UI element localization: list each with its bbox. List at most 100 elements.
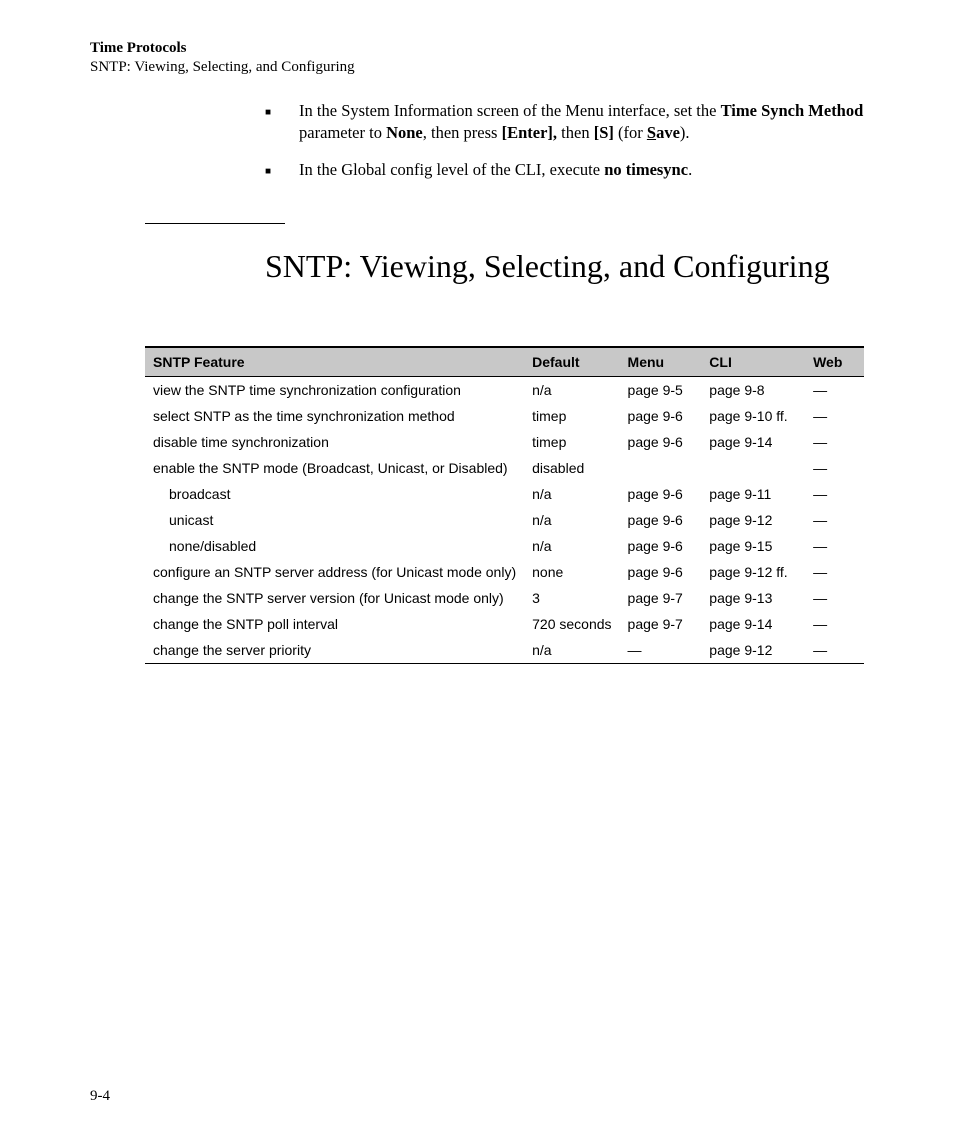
text: ). (680, 123, 690, 142)
table-row: none/disabledn/apage 9-6page 9-15— (145, 533, 864, 559)
cell-web: — (805, 507, 864, 533)
section-rule (145, 223, 285, 224)
cell-cli: page 9-8 (701, 376, 805, 403)
text: parameter to (299, 123, 386, 142)
cell-feature: disable time synchronization (145, 429, 524, 455)
cell-menu: page 9-7 (620, 585, 702, 611)
cell-feature: configure an SNTP server address (for Un… (145, 559, 524, 585)
text: (for (614, 123, 647, 142)
cell-feature: unicast (145, 507, 524, 533)
page-number: 9-4 (90, 1088, 110, 1105)
cell-menu: page 9-6 (620, 481, 702, 507)
cell-web: — (805, 481, 864, 507)
cell-web: — (805, 455, 864, 481)
text-bold: None (386, 123, 423, 142)
cell-cli (701, 455, 805, 481)
square-bullet-icon: ■ (265, 106, 271, 120)
cell-menu: page 9-7 (620, 611, 702, 637)
running-header-subtitle: SNTP: Viewing, Selecting, and Configurin… (90, 59, 864, 76)
cell-menu: page 9-6 (620, 533, 702, 559)
table-row: view the SNTP time synchronization confi… (145, 376, 864, 403)
table-row: change the server priorityn/a—page 9-12— (145, 637, 864, 664)
cell-web: — (805, 637, 864, 664)
table-row: unicastn/apage 9-6page 9-12— (145, 507, 864, 533)
cell-feature: broadcast (145, 481, 524, 507)
cell-cli: page 9-13 (701, 585, 805, 611)
cell-default: none (524, 559, 619, 585)
cell-web: — (805, 533, 864, 559)
cell-web: — (805, 403, 864, 429)
cell-feature: none/disabled (145, 533, 524, 559)
feature-table: SNTP Feature Default Menu CLI Web view t… (145, 346, 864, 664)
text: . (688, 160, 692, 179)
cell-cli: page 9-15 (701, 533, 805, 559)
bullet-item: ■ In the Global config level of the CLI,… (265, 159, 864, 181)
text: , then press (423, 123, 502, 142)
cell-web: — (805, 585, 864, 611)
th-web: Web (805, 347, 864, 377)
text: then (557, 123, 594, 142)
cell-default: 720 seconds (524, 611, 619, 637)
table-row: disable time synchronizationtimeppage 9-… (145, 429, 864, 455)
cell-cli: page 9-14 (701, 429, 805, 455)
cell-menu (620, 455, 702, 481)
cell-web: — (805, 429, 864, 455)
text-bold: Time Synch Method (721, 101, 864, 120)
cell-default: disabled (524, 455, 619, 481)
cell-web: — (805, 376, 864, 403)
table-row: change the SNTP server version (for Unic… (145, 585, 864, 611)
cell-web: — (805, 611, 864, 637)
cell-menu: — (620, 637, 702, 664)
cell-default: n/a (524, 533, 619, 559)
cell-feature: view the SNTP time synchronization confi… (145, 376, 524, 403)
cell-menu: page 9-5 (620, 376, 702, 403)
section-heading: SNTP: Viewing, Selecting, and Configurin… (265, 246, 864, 286)
cell-default: 3 (524, 585, 619, 611)
cell-cli: page 9-12 (701, 507, 805, 533)
cell-menu: page 9-6 (620, 559, 702, 585)
cell-default: n/a (524, 507, 619, 533)
table-header-row: SNTP Feature Default Menu CLI Web (145, 347, 864, 377)
cell-feature: change the SNTP poll interval (145, 611, 524, 637)
text-bold: no timesync (604, 160, 688, 179)
cell-feature: select SNTP as the time synchronization … (145, 403, 524, 429)
cell-menu: page 9-6 (620, 403, 702, 429)
cell-cli: page 9-10 ff. (701, 403, 805, 429)
table-row: enable the SNTP mode (Broadcast, Unicast… (145, 455, 864, 481)
cell-default: n/a (524, 637, 619, 664)
bullet-text: In the Global config level of the CLI, e… (299, 159, 864, 181)
table-row: configure an SNTP server address (for Un… (145, 559, 864, 585)
text: In the System Information screen of the … (299, 101, 721, 120)
square-bullet-icon: ■ (265, 165, 271, 179)
text-bold: [S] (594, 123, 614, 142)
cell-web: — (805, 559, 864, 585)
text-bold: [Enter], (502, 123, 557, 142)
cell-default: timep (524, 429, 619, 455)
cell-menu: page 9-6 (620, 429, 702, 455)
cell-cli: page 9-14 (701, 611, 805, 637)
th-feature: SNTP Feature (145, 347, 524, 377)
th-cli: CLI (701, 347, 805, 377)
text-bold-underline: S (647, 123, 656, 142)
th-default: Default (524, 347, 619, 377)
th-menu: Menu (620, 347, 702, 377)
cell-default: n/a (524, 376, 619, 403)
text: In the Global config level of the CLI, e… (299, 160, 604, 179)
cell-default: timep (524, 403, 619, 429)
table-row: change the SNTP poll interval720 seconds… (145, 611, 864, 637)
table-row: select SNTP as the time synchronization … (145, 403, 864, 429)
cell-feature: change the SNTP server version (for Unic… (145, 585, 524, 611)
running-header-title: Time Protocols (90, 40, 864, 57)
text-bold: ave (656, 123, 680, 142)
bullet-list: ■ In the System Information screen of th… (265, 100, 864, 181)
cell-feature: enable the SNTP mode (Broadcast, Unicast… (145, 455, 524, 481)
bullet-text: In the System Information screen of the … (299, 100, 864, 145)
cell-feature: change the server priority (145, 637, 524, 664)
feature-table-wrap: SNTP Feature Default Menu CLI Web view t… (145, 346, 864, 664)
cell-cli: page 9-11 (701, 481, 805, 507)
table-row: broadcastn/apage 9-6page 9-11— (145, 481, 864, 507)
page: Time Protocols SNTP: Viewing, Selecting,… (0, 0, 954, 1145)
cell-cli: page 9-12 ff. (701, 559, 805, 585)
cell-cli: page 9-12 (701, 637, 805, 664)
cell-menu: page 9-6 (620, 507, 702, 533)
